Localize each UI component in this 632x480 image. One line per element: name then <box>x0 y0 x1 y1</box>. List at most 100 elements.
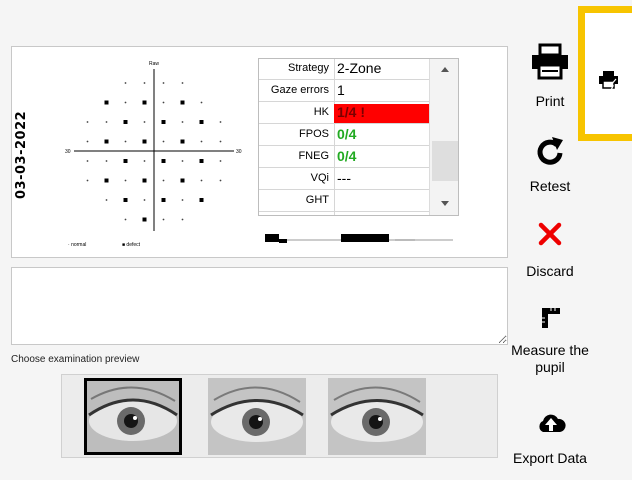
scroll-down-button[interactable] <box>430 193 458 215</box>
result-row-gaze-errors: Gaze errors 1 <box>259 81 429 102</box>
test-point <box>199 198 204 202</box>
discard-label: Discard <box>526 263 574 279</box>
test-point <box>219 179 222 182</box>
test-point <box>162 82 165 84</box>
legend-defect: ■ defect <box>122 242 141 248</box>
row-value-alert: 1/4 ! <box>334 104 429 123</box>
test-point <box>123 120 128 124</box>
test-point <box>143 121 146 123</box>
test-point <box>200 179 203 182</box>
row-label: Gaze errors <box>270 84 329 96</box>
results-scrollbar[interactable] <box>429 59 458 215</box>
test-point <box>199 120 204 124</box>
scroll-thumb[interactable] <box>432 141 458 181</box>
axis-label-right: 30 <box>236 149 242 155</box>
test-point <box>161 120 166 124</box>
eye-image <box>208 378 306 455</box>
test-point <box>142 217 147 222</box>
test-point <box>181 218 184 221</box>
eye-preview-2[interactable] <box>208 378 306 455</box>
examination-result-window: 03-03-2022 Raw 30 30 · normal ■ defect S… <box>0 0 632 480</box>
test-point <box>181 121 184 123</box>
test-point <box>86 121 89 123</box>
export-data-label: Export Data <box>513 450 587 466</box>
test-point <box>104 100 109 105</box>
test-point <box>161 198 166 202</box>
retest-button[interactable]: Retest <box>508 133 592 197</box>
examination-preview-panel <box>61 374 498 458</box>
test-point <box>181 82 184 84</box>
measure-pupil-label: Measure the pupil <box>511 342 589 375</box>
print-label: Print <box>535 93 565 109</box>
test-point <box>162 101 165 104</box>
test-point <box>200 101 203 104</box>
test-point <box>105 160 108 162</box>
test-point <box>142 100 147 105</box>
test-point <box>105 121 108 123</box>
export-data-button[interactable]: Export Data <box>508 410 592 474</box>
test-point <box>143 199 146 201</box>
test-point <box>142 139 147 144</box>
test-point <box>124 82 127 84</box>
test-point <box>219 160 222 162</box>
reliability-strip <box>265 234 453 243</box>
cloud-upload-icon <box>539 414 566 432</box>
chevron-up-icon <box>441 67 449 72</box>
row-label: HK <box>313 106 329 118</box>
comment-field[interactable] <box>11 267 508 345</box>
test-point <box>124 140 127 143</box>
test-point <box>104 139 109 144</box>
test-point <box>199 159 204 163</box>
row-label: GHT <box>305 194 329 206</box>
results-table[interactable]: Strategy 2-Zone Gaze errors 1 HK 1/4 ! F… <box>258 58 459 216</box>
discard-button[interactable]: Discard <box>508 218 592 282</box>
test-point <box>180 178 185 183</box>
scroll-up-button[interactable] <box>430 59 458 81</box>
eye-preview-1[interactable] <box>84 378 182 455</box>
test-point <box>123 198 128 202</box>
test-point <box>124 101 127 104</box>
retest-label: Retest <box>529 178 571 194</box>
test-point <box>162 218 165 221</box>
result-row-fneg: FNEG 0/4 <box>259 147 429 168</box>
test-point <box>219 140 222 143</box>
test-point <box>124 218 127 221</box>
eye-image <box>328 378 426 455</box>
test-point <box>161 159 166 163</box>
test-point <box>162 179 165 182</box>
preview-label: Choose examination preview <box>11 354 140 365</box>
test-point <box>143 82 146 84</box>
test-point <box>181 199 184 201</box>
test-point <box>123 159 128 163</box>
test-point <box>162 140 165 143</box>
result-row-fpos: FPOS 0/4 <box>259 125 429 146</box>
axis-label-left: 30 <box>65 149 71 155</box>
test-point <box>86 160 89 162</box>
row-label: FPOS <box>299 128 329 140</box>
test-point <box>86 179 89 182</box>
test-point <box>86 140 89 143</box>
row-value: 2-Zone <box>337 60 382 76</box>
exam-date: 03-03-2022 <box>14 110 29 199</box>
test-point <box>200 140 203 143</box>
plot-title: Raw <box>149 61 159 67</box>
test-point <box>180 100 185 105</box>
eye-preview-3[interactable] <box>328 378 426 455</box>
close-icon <box>538 222 562 246</box>
row-value: 0/4 <box>337 126 357 142</box>
test-point <box>105 199 108 201</box>
measure-pupil-button[interactable]: Measure the pupil <box>508 305 592 385</box>
row-label: Strategy <box>288 62 329 74</box>
print-button[interactable]: Print <box>508 40 592 112</box>
result-row-vqi: VQi --- <box>259 169 429 190</box>
test-point <box>124 179 127 182</box>
eye-image <box>87 381 179 452</box>
test-point <box>180 139 185 144</box>
legend-normal: · normal <box>68 242 86 248</box>
result-row-hk: HK 1/4 ! <box>259 103 429 124</box>
visual-field-plot: Raw 30 30 · normal ■ defect <box>65 61 242 248</box>
test-point <box>219 121 222 123</box>
row-value <box>334 192 429 211</box>
ruler-icon <box>542 308 560 328</box>
printer-icon <box>599 71 618 90</box>
